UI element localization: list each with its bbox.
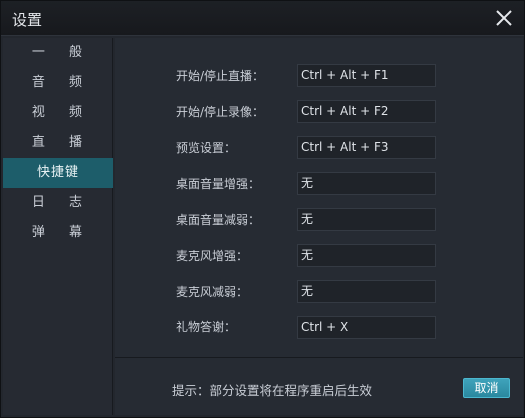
hotkey-field-preview-settings[interactable]: Ctrl + Alt + F3 <box>297 136 436 159</box>
hotkey-label-desktop-volume-up: 桌面音量增强： <box>176 177 261 191</box>
hotkey-label-desktop-volume-down: 桌面音量减弱： <box>176 213 261 227</box>
sidebar-item-video[interactable]: 视 频 <box>3 98 113 128</box>
cancel-button[interactable]: 取消 <box>463 378 510 398</box>
sidebar-item-audio[interactable]: 音 频 <box>3 68 113 98</box>
sidebar-item-danmaku[interactable]: 弹 幕 <box>3 218 113 248</box>
hotkey-label-gift-thanks: 礼物答谢： <box>176 320 237 334</box>
settings-sidebar: 一 般 音 频 视 频 直 播 快捷键 日 志 弹 幕 <box>3 38 113 415</box>
sidebar-item-hotkeys[interactable]: 快捷键 <box>3 158 113 188</box>
hotkey-label-preview-settings: 预览设置： <box>176 141 237 155</box>
hotkey-label-toggle-live: 开始/停止直播： <box>176 69 265 83</box>
sidebar-item-live[interactable]: 直 播 <box>3 128 113 158</box>
sidebar-item-general[interactable]: 一 般 <box>3 38 113 68</box>
title-bar: 设置 <box>1 1 524 36</box>
window-title: 设置 <box>12 11 43 29</box>
hotkey-field-desktop-volume-down[interactable]: 无 <box>297 208 436 231</box>
hotkey-field-mic-volume-down[interactable]: 无 <box>297 280 436 303</box>
close-button[interactable] <box>494 8 514 28</box>
settings-window: 设置 一 般 音 频 视 频 直 播 快捷键 日 志 弹 幕 开始/停止直播： … <box>0 0 525 418</box>
sidebar-item-log[interactable]: 日 志 <box>3 188 113 218</box>
restart-hint: 提示：部分设置将在程序重启后生效 <box>172 383 373 398</box>
close-icon <box>496 10 512 26</box>
hotkey-field-toggle-record[interactable]: Ctrl + Alt + F2 <box>297 100 436 123</box>
hotkey-field-desktop-volume-up[interactable]: 无 <box>297 172 436 195</box>
hotkey-label-mic-volume-up: 麦克风增强： <box>176 249 249 263</box>
hotkey-label-mic-volume-down: 麦克风减弱： <box>176 285 249 299</box>
hotkey-field-toggle-live[interactable]: Ctrl + Alt + F1 <box>297 64 436 87</box>
footer-divider <box>115 357 523 358</box>
hotkey-field-mic-volume-up[interactable]: 无 <box>297 244 436 267</box>
hotkey-label-toggle-record: 开始/停止录像： <box>176 105 265 119</box>
hotkey-field-gift-thanks[interactable]: Ctrl + X <box>297 316 436 339</box>
